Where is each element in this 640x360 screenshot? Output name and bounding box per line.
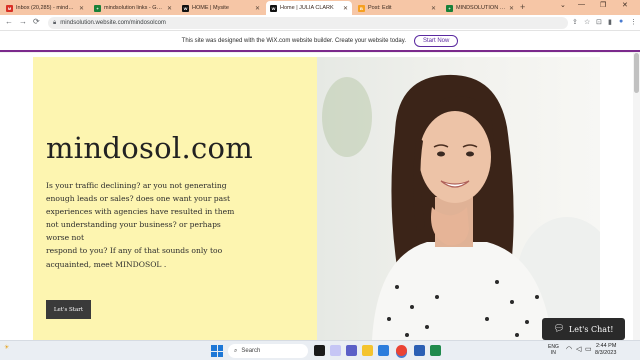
- close-icon[interactable]: ✕: [509, 5, 514, 12]
- new-tab-button[interactable]: +: [520, 2, 525, 12]
- wix-banner-message: This site was designed with the WiX.com …: [181, 37, 406, 44]
- search-placeholder: Search: [241, 348, 261, 354]
- tab-home-julia-clark[interactable]: W Home | JULIA CLARK ✕: [266, 1, 352, 15]
- tab-mindsolution-pvt[interactable]: + MINDSOLUTION PVT LTD ✕: [442, 1, 518, 15]
- weather-icon: ☀: [4, 345, 10, 351]
- hero-photo: [317, 57, 600, 340]
- tab-label: Post: Edit: [368, 5, 392, 11]
- tab-inbox[interactable]: M Inbox (20,285) - mindsolut... ✕: [2, 1, 88, 15]
- search-icon: ⌕: [234, 347, 238, 354]
- language-region: IN: [550, 350, 556, 356]
- windows-taskbar: ☀ ⌕ Search ENG IN ◠ ◁ ▭ 2:44 PM 8/3/2023: [0, 340, 640, 360]
- chat-bubble-icon: 💬︎: [553, 324, 565, 334]
- file-explorer-icon[interactable]: [362, 345, 373, 356]
- edge-icon[interactable]: [378, 345, 389, 356]
- close-icon[interactable]: ✕: [255, 5, 260, 12]
- hero-line: acquainted, meet MINDOSOL .: [46, 259, 167, 269]
- tab-mindsolution-links[interactable]: + mindsolution links - Goog... ✕: [90, 1, 176, 15]
- hero-line: worse not: [46, 233, 85, 243]
- tab-label: MINDSOLUTION PVT LTD: [456, 5, 506, 11]
- gmail-icon: M: [6, 4, 13, 12]
- sheets-icon: +: [94, 4, 101, 12]
- wix-icon: W: [270, 4, 277, 12]
- word-icon[interactable]: [414, 345, 425, 356]
- chat-label: Let's Chat!: [568, 324, 614, 334]
- widgets-icon[interactable]: [330, 345, 341, 356]
- share-icon[interactable]: ⇪: [572, 18, 578, 26]
- extensions-icon[interactable]: ⊡: [596, 18, 602, 26]
- chrome-icon[interactable]: [396, 345, 407, 356]
- task-view-icon[interactable]: [314, 345, 325, 356]
- address-bar[interactable]: 🔒︎ mindsolution.website.com/mindosolcom: [48, 17, 568, 29]
- reload-button[interactable]: ⟳: [33, 17, 40, 26]
- hero-line: not understanding your business? or perh…: [46, 220, 221, 230]
- hero-line: enough leads or sales? does one want you…: [46, 194, 231, 204]
- bookmark-star-icon[interactable]: ☆: [584, 18, 590, 26]
- tab-label: mindsolution links - Goog...: [104, 5, 164, 11]
- clock-date: 8/3/2023: [595, 350, 617, 356]
- volume-icon[interactable]: ◁: [576, 346, 581, 353]
- hero-line: Is your traffic declining? ar you not ge…: [46, 181, 227, 190]
- scrollbar-thumb[interactable]: [634, 53, 639, 93]
- back-button[interactable]: ←: [5, 17, 13, 26]
- page-content: mindosol.com Is your traffic declining? …: [0, 53, 640, 340]
- menu-icon[interactable]: ⋮: [630, 18, 637, 26]
- hero-paragraph: Is your traffic declining? ar you not ge…: [46, 179, 246, 271]
- page-scrollbar[interactable]: [633, 53, 640, 340]
- excel-icon[interactable]: [430, 345, 441, 356]
- wix-banner: This site was designed with the WiX.com …: [0, 31, 640, 52]
- close-icon[interactable]: ✕: [431, 5, 436, 12]
- sheets-icon: +: [446, 4, 453, 12]
- browser-toolbar: ← → ⟳ 🔒︎ mindsolution.website.com/mindos…: [0, 15, 640, 31]
- taskbar-clock[interactable]: 2:44 PM 8/3/2023: [595, 343, 616, 357]
- profile-avatar-icon[interactable]: ●: [619, 18, 623, 25]
- hero-line: experiences with agencies have resulted …: [46, 207, 235, 217]
- start-button[interactable]: [211, 345, 223, 357]
- close-window-button[interactable]: ✕: [622, 1, 628, 9]
- woman-portrait-image: [322, 74, 600, 340]
- language-indicator[interactable]: ENG IN: [548, 344, 559, 356]
- browser-tab-strip: M Inbox (20,285) - mindsolut... ✕ + mind…: [0, 0, 640, 15]
- sidebar-icon[interactable]: ▮: [608, 18, 612, 26]
- tab-label: Home | JULIA CLARK: [280, 5, 334, 11]
- lets-chat-button[interactable]: 💬︎ Let's Chat!: [542, 318, 625, 340]
- tab-post-edit[interactable]: B Post: Edit ✕: [354, 1, 440, 15]
- lets-start-button[interactable]: Let's Start: [46, 300, 91, 319]
- wix-icon: W: [182, 4, 189, 12]
- taskbar-search[interactable]: ⌕ Search: [228, 344, 308, 358]
- teams-icon[interactable]: [346, 345, 357, 356]
- weather-widget[interactable]: ☀: [4, 344, 9, 351]
- close-icon[interactable]: ✕: [343, 5, 348, 12]
- start-now-button[interactable]: Start Now: [413, 34, 459, 47]
- close-icon[interactable]: ✕: [79, 5, 84, 12]
- hero-line: respond to you? If any of that sounds on…: [46, 246, 223, 256]
- clock-time: 2:44 PM: [595, 343, 617, 349]
- lock-icon[interactable]: 🔒︎: [53, 20, 56, 27]
- minimize-button[interactable]: —: [578, 1, 585, 8]
- tab-label: Inbox (20,285) - mindsolut...: [16, 5, 76, 11]
- battery-icon[interactable]: ▭: [585, 346, 592, 353]
- wifi-icon[interactable]: ◠: [566, 346, 572, 353]
- maximize-button[interactable]: ❐: [600, 1, 606, 9]
- page-title: mindosol.com: [46, 131, 254, 165]
- tab-search-icon[interactable]: ⌄: [560, 1, 566, 9]
- close-icon[interactable]: ✕: [167, 5, 172, 12]
- blogger-icon: B: [358, 4, 365, 12]
- url-text: mindsolution.website.com/mindosolcom: [60, 20, 166, 26]
- tab-home-mysite[interactable]: W HOME | Mysite ✕: [178, 1, 264, 15]
- tab-label: HOME | Mysite: [192, 5, 229, 11]
- forward-button[interactable]: →: [19, 17, 27, 26]
